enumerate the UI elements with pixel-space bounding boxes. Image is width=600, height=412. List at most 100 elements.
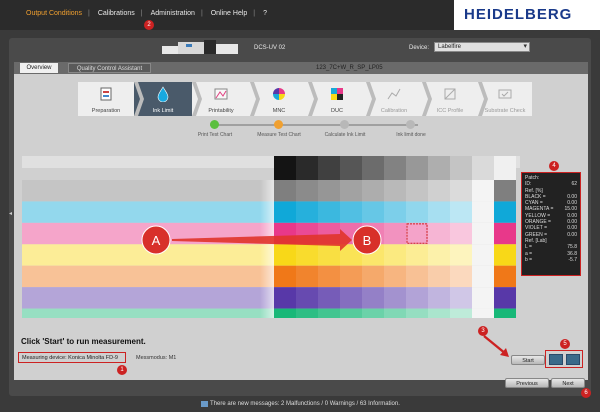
- nav-output-conditions[interactable]: Output Conditions: [26, 10, 82, 17]
- measuring-device-info: Measuring device: Konica Minolta FD-9: [18, 352, 126, 363]
- nav-online-help[interactable]: Online Help: [211, 10, 248, 17]
- step-substrate-check[interactable]: Substrate Check: [478, 82, 532, 116]
- calibration-icon: [387, 88, 401, 100]
- tab-quality-control-assistant[interactable]: Quality Control Assistant: [68, 63, 151, 73]
- step-label: Preparation: [91, 108, 121, 114]
- gray-patch: [296, 156, 318, 180]
- paper-white-patch: [472, 244, 494, 266]
- gray-patch: [362, 156, 384, 180]
- step-label: ICC Profile: [436, 108, 464, 114]
- printability-icon: [214, 88, 228, 100]
- device-connect-icon[interactable]: [549, 354, 563, 365]
- color-patch: [274, 201, 296, 223]
- message-icon[interactable]: [201, 401, 208, 407]
- step-calibration[interactable]: Calibration: [366, 82, 422, 116]
- color-patch: [450, 287, 472, 309]
- step-mnc[interactable]: MNC: [250, 82, 308, 116]
- device-select[interactable]: Labelfire: [434, 42, 530, 52]
- patch-info-key: b =: [525, 256, 533, 263]
- previous-button[interactable]: Previous: [505, 378, 549, 388]
- color-patch: [340, 265, 362, 288]
- color-patch: [274, 265, 296, 288]
- substep-progress: Print Test Chart Measure Test Chart Calc…: [180, 120, 450, 150]
- color-patch: [362, 287, 384, 309]
- step-printability[interactable]: Printability: [192, 82, 250, 116]
- step-label: Substrate Check: [484, 108, 526, 114]
- collapse-handle-icon[interactable]: ◂: [9, 210, 12, 217]
- color-patch: [428, 265, 450, 288]
- nav-separator: |: [253, 10, 256, 17]
- solid-patch: [494, 244, 516, 266]
- messmodus-info: Messmodus: M1: [136, 355, 177, 361]
- annotation-badge-2: 2: [144, 20, 154, 30]
- color-patch: [450, 180, 472, 202]
- color-patch: [450, 222, 472, 245]
- color-patch: [384, 265, 406, 288]
- color-patch: [450, 308, 472, 318]
- footer-messages[interactable]: There are new messages: 2 Malfunctions /…: [210, 401, 400, 407]
- job-name: 123_7C+W_R_SP_LP05: [316, 65, 383, 71]
- nav-calibrations[interactable]: Calibrations: [98, 10, 135, 17]
- patch-info-row: b = -5.7: [525, 257, 577, 263]
- solid-patch: [494, 308, 516, 318]
- step-label: Printability: [208, 108, 234, 114]
- annotation-a-label: A: [152, 233, 161, 248]
- color-patch: [406, 201, 428, 223]
- step-icc-profile[interactable]: ICC Profile: [422, 82, 478, 116]
- nav-help-question[interactable]: ?: [263, 10, 267, 17]
- annotation-badge-5: 5: [560, 339, 570, 349]
- workflow-steps: Preparation Ink Limit Printability MNC D…: [78, 82, 532, 116]
- gray-patch: [406, 156, 428, 180]
- color-patch: [296, 180, 318, 202]
- annotation-b-label: B: [363, 233, 372, 248]
- preparation-icon: [100, 87, 112, 101]
- nav-separator: |: [140, 10, 143, 17]
- instruction-text: Click 'Start' to run measurement.: [21, 337, 146, 346]
- color-patch: [362, 201, 384, 223]
- color-patch: [274, 180, 296, 202]
- color-patch: [428, 180, 450, 202]
- brand-logo: HEIDELBERG: [454, 0, 600, 30]
- patch-info-value: 62: [571, 181, 577, 188]
- faded-row-band: [22, 201, 274, 223]
- color-patch: [406, 180, 428, 202]
- start-button[interactable]: Start: [511, 355, 545, 365]
- color-patch: [428, 244, 450, 266]
- color-patch: [384, 180, 406, 202]
- device-label: Device:: [409, 45, 430, 51]
- annotation-arrow-3: [483, 335, 509, 357]
- progress-dot-calculate: [340, 120, 349, 129]
- device-calibrate-icon[interactable]: [566, 354, 580, 365]
- step-ink-limit[interactable]: Ink Limit: [134, 82, 192, 116]
- color-patch: [296, 244, 318, 266]
- nav-separator: |: [88, 10, 90, 17]
- next-button[interactable]: Next: [551, 378, 585, 388]
- progress-label-print: Print Test Chart: [197, 132, 233, 138]
- transition-shade: [260, 180, 274, 318]
- paper-white-patch: [472, 265, 494, 288]
- progress-label-done: Ink limit done: [396, 132, 426, 138]
- paper-white-patch: [472, 308, 494, 318]
- tab-overview[interactable]: Overview: [20, 63, 58, 73]
- solid-patch: [494, 222, 516, 245]
- color-patch: [318, 244, 340, 266]
- color-patch: [318, 265, 340, 288]
- annotation-badge-4: 4: [549, 161, 559, 171]
- nav-administration[interactable]: Administration: [151, 10, 195, 17]
- step-preparation[interactable]: Preparation: [78, 82, 134, 116]
- color-patch: [296, 201, 318, 223]
- color-patch: [384, 244, 406, 266]
- gray-patch: [274, 156, 296, 180]
- step-label: Calibration: [380, 108, 408, 114]
- faded-row-band: [22, 287, 274, 309]
- color-patch: [406, 244, 428, 266]
- footer: There are new messages: 2 Malfunctions /…: [0, 398, 600, 412]
- color-patch: [274, 308, 296, 318]
- step-duc[interactable]: DUC: [308, 82, 366, 116]
- device-buttons-group: [545, 350, 583, 368]
- printer-machine-image: [162, 40, 238, 54]
- progress-line: [210, 124, 418, 126]
- progress-label-measure: Measure Test Chart: [257, 132, 301, 138]
- substrate-check-icon: [498, 89, 512, 99]
- color-patch: [406, 287, 428, 309]
